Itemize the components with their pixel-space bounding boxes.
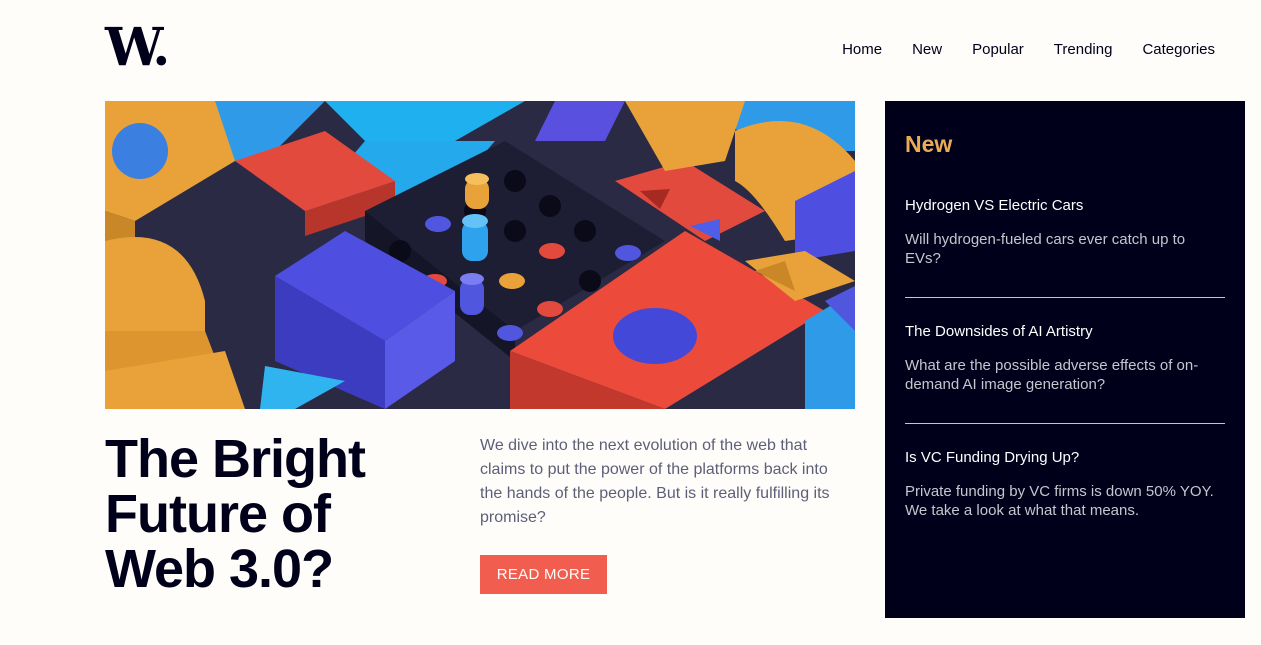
news-item-title[interactable]: Is VC Funding Drying Up? bbox=[905, 448, 1225, 468]
read-more-button[interactable]: READ MORE bbox=[480, 555, 607, 594]
nav-popular[interactable]: Popular bbox=[972, 41, 1024, 58]
news-item-description: Will hydrogen-fueled cars ever catch up … bbox=[905, 231, 1186, 267]
article-intro: We dive into the next evolution of the w… bbox=[480, 437, 830, 526]
news-item-description: Private funding by VC firms is down 50% … bbox=[905, 483, 1214, 519]
logo[interactable]: W. bbox=[105, 22, 170, 74]
main-nav: Home New Popular Trending Categories bbox=[842, 41, 1215, 58]
sidebar-heading: New bbox=[905, 131, 953, 157]
news-item-title[interactable]: Hydrogen VS Electric Cars bbox=[905, 196, 1225, 216]
news-item-description: What are the possible adverse effects of… bbox=[905, 357, 1199, 393]
new-articles-sidebar: New Hydrogen VS Electric Cars Will hydro… bbox=[885, 101, 1245, 618]
nav-categories[interactable]: Categories bbox=[1142, 41, 1215, 58]
news-item: Hydrogen VS Electric Cars Will hydrogen-… bbox=[905, 196, 1225, 297]
nav-home[interactable]: Home bbox=[842, 41, 882, 58]
abstract-3d-blocks-image bbox=[105, 101, 855, 409]
news-item: The Downsides of AI Artistry What are th… bbox=[905, 297, 1225, 423]
news-item: Is VC Funding Drying Up? Private funding… bbox=[905, 423, 1225, 549]
nav-new[interactable]: New bbox=[912, 41, 942, 58]
hero-image bbox=[105, 101, 855, 409]
nav-trending[interactable]: Trending bbox=[1054, 41, 1113, 58]
news-item-title[interactable]: The Downsides of AI Artistry bbox=[905, 322, 1225, 342]
page-title: The Bright Future of Web 3.0? bbox=[105, 429, 366, 599]
